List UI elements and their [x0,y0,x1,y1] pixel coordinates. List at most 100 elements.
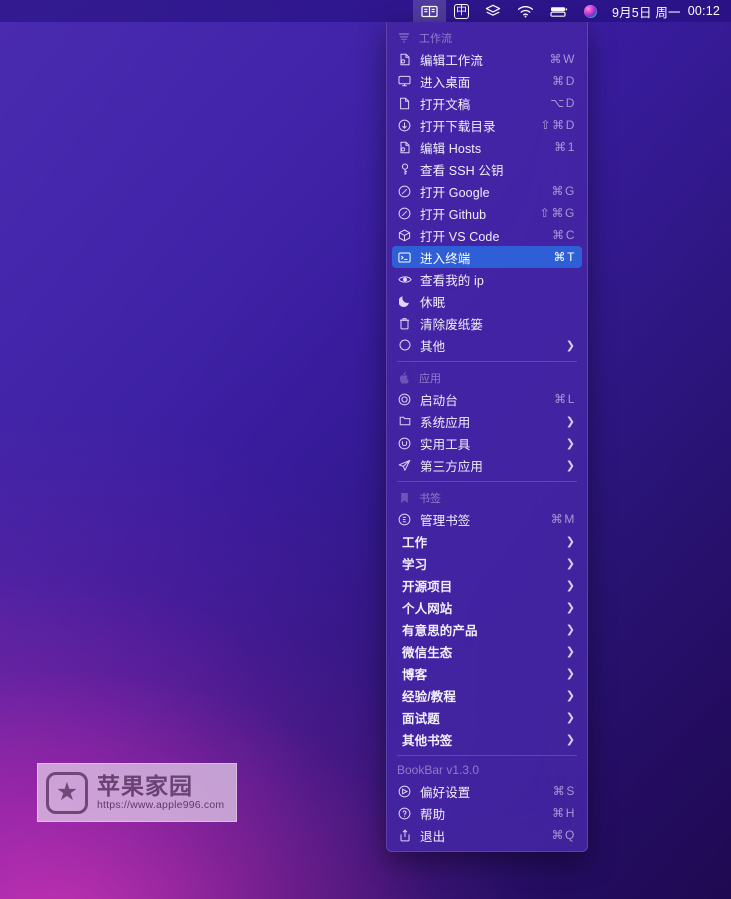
section-header-applications: 应用 [387,367,587,388]
compass-icon [397,185,412,198]
menu-item-open-documents[interactable]: 打开文稿 ⌥D [392,92,582,114]
edit-bookmark-icon [397,513,412,526]
menubar-wifi-icon[interactable] [509,0,542,22]
section-header-workflow: 工作流 [387,27,587,48]
menu-item-edit-hosts[interactable]: 编辑 Hosts ⌘1 [392,136,582,158]
menu-divider [397,481,577,482]
compass-icon [397,207,412,220]
menu-item-bookmark-wechat-ecosystem[interactable]: 微信生态 ❯ [392,640,582,662]
apple-icon [397,371,411,384]
menubar-battery-icon[interactable] [542,0,576,22]
quit-icon [397,828,412,842]
preferences-icon [397,785,412,798]
menubar-input-method-icon[interactable]: 中 [446,0,477,22]
menu-item-open-terminal[interactable]: 进入终端 ⌘T [392,246,582,268]
menu-item-empty-trash[interactable]: 清除废纸篓 [392,312,582,334]
menu-item-bookmark-interview-questions[interactable]: 面试题 ❯ [392,706,582,728]
menu-item-quit[interactable]: 退出 ⌘Q [392,824,582,846]
menu-item-label: 查看我的 ip [420,273,484,288]
display-icon [397,75,412,87]
menu-item-help[interactable]: 帮助 ⌘H [392,802,582,824]
menu-item-label: 退出 [420,829,446,844]
menu-item-edit-workflow[interactable]: 编辑工作流 ⌘W [392,48,582,70]
menu-item-view-my-ip[interactable]: 查看我的 ip [392,268,582,290]
menu-item-shortcut: ⌘W [549,52,576,66]
menu-item-open-google[interactable]: 打开 Google ⌘G [392,180,582,202]
menu-item-bookmark-other[interactable]: 其他书签 ❯ [392,728,582,750]
menu-item-label: 开源项目 [402,579,453,594]
menubar-bookbar-icon[interactable] [412,0,446,22]
menu-item-label: 其他 [420,339,446,354]
menu-item-shortcut: ⌘D [552,74,576,88]
launchpad-icon [397,393,412,406]
chevron-right-icon: ❯ [565,579,575,592]
menu-item-label: 启动台 [420,393,458,408]
menu-item-manage-bookmarks[interactable]: 管理书签 ⌘M [392,508,582,530]
menu-item-bookmark-personal-site[interactable]: 个人网站 ❯ [392,596,582,618]
menu-item-system-apps[interactable]: 系统应用 ❯ [392,410,582,432]
menubar-time: 00:12 [687,4,720,18]
menubar-clock[interactable]: 9月5日 周一 00:12 [605,2,722,21]
menubar-siri-icon[interactable] [576,0,605,22]
menu-item-shortcut: ⌘S [552,784,576,798]
menu-item-label: 打开 VS Code [420,229,500,244]
menu-item-utilities[interactable]: 实用工具 ❯ [392,432,582,454]
menu-item-launchpad[interactable]: 启动台 ⌘L [392,388,582,410]
menu-item-shortcut: ⌘1 [554,140,576,154]
eye-icon [397,274,412,285]
menu-item-preferences[interactable]: 偏好设置 ⌘S [392,780,582,802]
menu-item-label: 有意思的产品 [402,623,478,638]
menu-item-open-downloads[interactable]: 打开下载目录 ⇧⌘D [392,114,582,136]
menu-item-open-github[interactable]: 打开 Github ⇧⌘G [392,202,582,224]
watermark-url: https://www.apple996.com [97,799,225,812]
menu-item-label: 博客 [402,667,428,682]
menu-item-bookmark-study[interactable]: 学习 ❯ [392,552,582,574]
folder-icon [397,415,412,427]
menu-item-third-party-apps[interactable]: 第三方应用 ❯ [392,454,582,476]
menu-item-label: 编辑 Hosts [420,141,482,156]
watermark-star-icon: ★ [46,771,88,814]
trash-icon [397,317,412,330]
menu-item-label: 其他书签 [402,733,453,748]
section-label: 应用 [419,372,441,385]
bookbar-dropdown-menu: 工作流 编辑工作流 ⌘W 进入桌面 ⌘D 打开文稿 ⌥D 打开下载目录 ⇧⌘D … [386,22,588,852]
menu-item-others[interactable]: 其他 ❯ [392,334,582,356]
section-label: 工作流 [419,32,452,45]
bookmark-icon [397,492,411,504]
menu-item-shortcut: ⇧⌘G [539,206,576,220]
menu-item-bookmark-opensource[interactable]: 开源项目 ❯ [392,574,582,596]
menu-item-label: 个人网站 [402,601,453,616]
chevron-right-icon: ❯ [565,415,575,428]
chevron-right-icon: ❯ [565,535,575,548]
menu-item-bookmark-experience-tutorials[interactable]: 经验/教程 ❯ [392,684,582,706]
menu-item-label: 打开 Github [420,207,487,222]
menu-item-label: 清除废纸篓 [420,317,484,332]
section-label: 书签 [419,492,441,505]
menu-item-bookmark-interesting-products[interactable]: 有意思的产品 ❯ [392,618,582,640]
workflow-icon [397,32,411,44]
menu-item-shortcut: ⌘Q [551,828,576,842]
menu-item-shortcut: ⇧⌘D [540,118,576,132]
chevron-right-icon: ❯ [565,645,575,658]
menubar-layers-icon[interactable] [477,0,509,22]
menu-item-label: 打开文稿 [420,97,471,112]
menu-item-bookmark-blog[interactable]: 博客 ❯ [392,662,582,684]
menu-item-label: 实用工具 [420,437,471,452]
menubar-date: 9月5日 周一 [611,5,681,20]
key-icon [397,163,412,176]
menu-item-shortcut: ⌘M [550,512,576,526]
menu-item-view-ssh-key[interactable]: 查看 SSH 公钥 [392,158,582,180]
siri-orb [583,4,597,18]
app-version-label: BookBar v1.3.0 [397,763,480,777]
terminal-icon [397,252,412,263]
menu-item-bookmark-work[interactable]: 工作 ❯ [392,530,582,552]
menu-item-go-desktop[interactable]: 进入桌面 ⌘D [392,70,582,92]
menu-item-label: 管理书签 [420,513,471,528]
watermark: ★ 苹果家园 https://www.apple996.com [37,763,237,822]
menu-item-open-vscode[interactable]: 打开 VS Code ⌘C [392,224,582,246]
chevron-right-icon: ❯ [565,623,575,636]
utility-icon [397,437,412,450]
menu-item-sleep[interactable]: 休眠 [392,290,582,312]
menu-item-label: 第三方应用 [420,459,484,474]
chevron-right-icon: ❯ [565,667,575,680]
